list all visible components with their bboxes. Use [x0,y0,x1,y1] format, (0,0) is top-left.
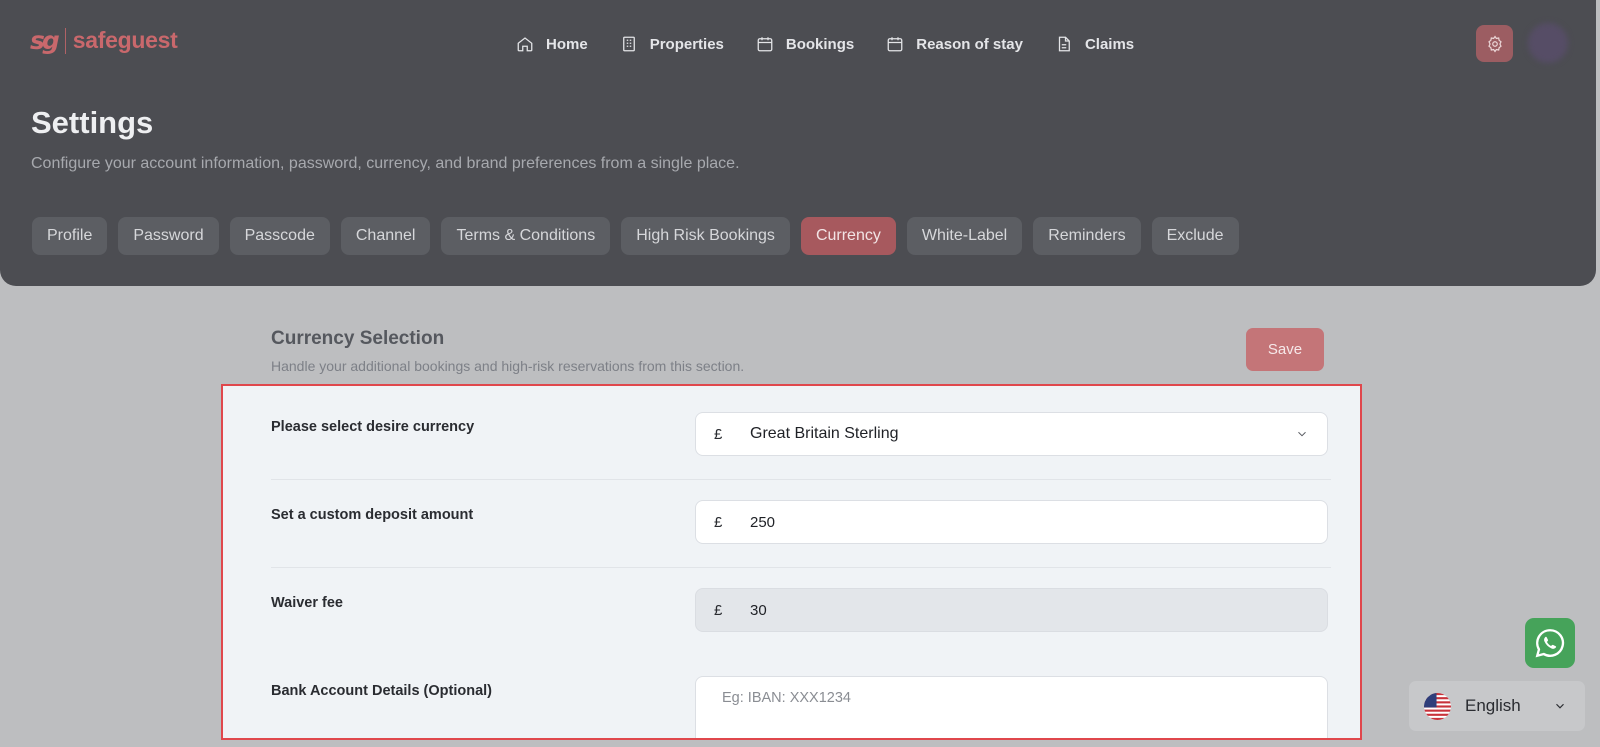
nav-item-label: Bookings [785,35,855,53]
nav-item-home[interactable]: Home [516,34,588,54]
deposit-amount-input[interactable]: £ 250 [695,500,1328,544]
tab-currency[interactable]: Currency [800,217,896,255]
nav-item-label: Properties [649,35,724,53]
building-icon [622,36,635,52]
section-title: Currency Selection [271,328,445,349]
page-title: Settings [31,105,154,140]
waiver-currency-symbol: £ [714,601,723,619]
tab-password[interactable]: Password [118,217,219,255]
tab-white-label[interactable]: White-Label [906,217,1023,255]
nav-item-properties[interactable]: Properties [620,34,724,54]
whatsapp-button[interactable] [1525,618,1575,668]
currency-symbol: £ [714,425,723,443]
tab-channel[interactable]: Channel [340,217,431,255]
deposit-value: 250 [750,513,776,531]
tab-reminders[interactable]: Reminders [1033,217,1141,255]
currency-select[interactable]: £ Great Britain Sterling [695,412,1328,456]
page-subtitle: Configure your account information, pass… [31,155,740,172]
tab-high-risk-bookings[interactable]: High Risk Bookings [621,217,790,255]
divider [271,567,1331,568]
top-nav: Home Properties Bookings Reason of stay … [516,34,1166,54]
nav-item-bookings[interactable]: Bookings [756,34,854,54]
settings-button[interactable] [1476,25,1513,62]
us-flag-icon [1424,692,1451,720]
chevron-down-icon [1556,703,1564,709]
nav-item-reason-of-stay[interactable]: Reason of stay [886,34,1023,54]
section-subtitle: Handle your additional bookings and high… [271,358,745,374]
bank-details-textarea[interactable]: Eg: IBAN: XXX1234 [695,676,1328,738]
deposit-currency-symbol: £ [714,513,723,531]
avatar[interactable] [1528,23,1568,63]
deposit-label: Set a custom deposit amount [271,507,474,523]
nav-item-label: Reason of stay [916,35,1023,53]
bank-details-placeholder: Eg: IBAN: XXX1234 [722,690,851,706]
gear-icon [1487,34,1502,53]
tab-passcode[interactable]: Passcode [229,217,330,255]
whatsapp-icon [1535,629,1565,658]
bank-label: Bank Account Details (Optional) [271,683,493,699]
tab-profile[interactable]: Profile [32,217,108,255]
nav-item-label: Home [546,35,588,53]
save-button[interactable]: Save [1246,328,1324,371]
language-select[interactable]: English [1409,681,1585,731]
chevron-down-icon [1298,431,1306,437]
nav-item-label: Claims [1084,35,1135,53]
logo[interactable]: sg safeguest [30,26,178,55]
logo-divider [64,27,66,54]
currency-value: Great Britain Sterling [750,425,899,442]
document-icon [1058,36,1070,52]
language-label: English [1465,696,1521,715]
logo-mark: sg [30,26,60,55]
settings-tabs: Profile Password Passcode Channel Terms … [32,217,1250,255]
waiver-value: 30 [750,601,767,619]
currency-form: Please select desire currency £ Great Br… [221,384,1362,740]
currency-label: Please select desire currency [271,419,475,435]
logo-text: safeguest [72,27,178,53]
waiver-label: Waiver fee [271,595,343,611]
waiver-fee-input: £ 30 [695,588,1328,632]
nav-item-claims[interactable]: Claims [1055,34,1134,54]
calendar-icon [887,37,903,52]
divider [271,479,1331,480]
calendar-icon [757,37,773,52]
header-panel: sg safeguest Home Properties Bookings Re… [0,0,1596,286]
tab-terms-conditions[interactable]: Terms & Conditions [441,217,611,255]
tab-exclude[interactable]: Exclude [1151,217,1239,255]
home-icon [517,37,533,52]
